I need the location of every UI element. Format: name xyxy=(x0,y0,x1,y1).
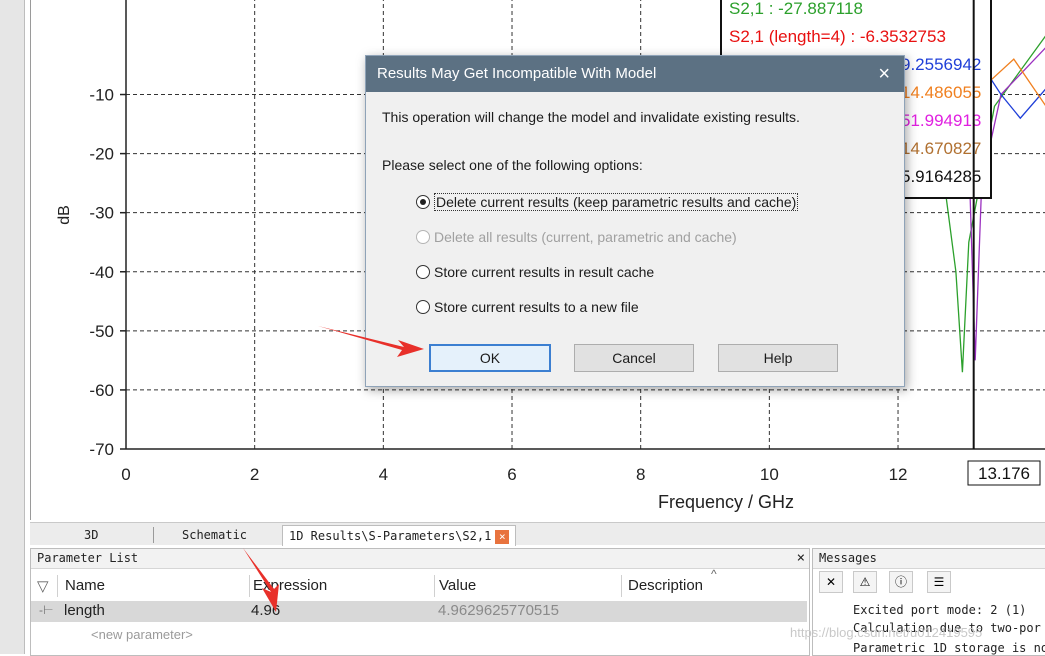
column-divider xyxy=(249,575,250,597)
y-tick-label: -10 xyxy=(89,86,114,105)
option-label: Store current results in result cache xyxy=(434,264,655,280)
sort-indicator-icon: ^ xyxy=(711,567,717,581)
x-tick-label: 2 xyxy=(250,465,259,484)
message-line: Excited port mode: 2 (1) xyxy=(853,603,1027,617)
parameter-list-panel: Parameter List × ▽ Name Expression Value… xyxy=(30,548,810,656)
messages-titlebar: Messages xyxy=(813,549,1045,569)
messages-title: Messages xyxy=(819,551,877,565)
y-tick-label: -20 xyxy=(89,145,114,164)
tab-close-icon[interactable]: × xyxy=(495,529,510,544)
x-tick-label: 0 xyxy=(121,465,130,484)
column-header-name[interactable]: Name xyxy=(65,577,105,594)
parameter-grid-header: ▽ Name Expression Value Description ^ xyxy=(31,567,809,597)
x-tick-label: 12 xyxy=(889,465,908,484)
frequency-marker-readout[interactable]: 13.176 xyxy=(967,460,1041,486)
legend-entry: 5.9164285 xyxy=(901,167,981,186)
parameter-list-titlebar: Parameter List × xyxy=(31,549,809,569)
parameter-list-title: Parameter List xyxy=(37,551,139,565)
column-divider xyxy=(57,575,58,597)
option-label: Delete all results (current, parametric … xyxy=(434,229,737,245)
parameter-name-cell[interactable]: length xyxy=(64,602,105,619)
legend-entry: 14.486055 xyxy=(901,83,981,102)
x-tick-label: 6 xyxy=(507,465,516,484)
y-tick-label: -30 xyxy=(89,204,114,223)
new-parameter-row[interactable]: <new parameter> xyxy=(91,627,193,642)
option-label: Store current results to a new file xyxy=(434,299,639,315)
tab-schematic[interactable]: Schematic xyxy=(182,525,247,545)
ok-button[interactable]: OK xyxy=(429,344,551,372)
tab-1d-results-s21[interactable]: 1D Results\S-Parameters\S2,1 × xyxy=(282,525,517,546)
parameter-value-cell: 4.9629625770515 xyxy=(438,602,559,619)
legend-entry: 14.670827 xyxy=(901,139,981,158)
radio-empty-icon xyxy=(416,300,430,314)
column-header-value[interactable]: Value xyxy=(439,577,476,594)
x-tick-label: 8 xyxy=(636,465,645,484)
dialog-message: This operation will change the model and… xyxy=(382,109,800,125)
parameter-row-icon: -⊢ xyxy=(39,603,54,617)
option-store-in-cache[interactable]: Store current results in result cache xyxy=(416,264,654,284)
info-filter-icon[interactable]: ⓘ xyxy=(889,571,913,593)
radio-empty-icon xyxy=(416,265,430,279)
column-divider xyxy=(621,575,622,597)
radio-selected-icon xyxy=(416,195,430,209)
error-filter-icon[interactable]: ✕ xyxy=(819,571,843,593)
tab-separator xyxy=(153,527,154,543)
parameter-list-close-icon[interactable]: × xyxy=(797,549,805,568)
help-button[interactable]: Help xyxy=(718,344,838,372)
tab-1d-results-label: 1D Results\S-Parameters\S2,1 xyxy=(289,529,492,543)
y-tick-label: -40 xyxy=(89,263,114,282)
y-tick-label: -70 xyxy=(89,440,114,459)
legend-entry: S2,1 : -27.887118 xyxy=(729,0,863,18)
y-tick-label: -60 xyxy=(89,381,114,400)
option-store-to-new-file[interactable]: Store current results to a new file xyxy=(416,299,639,319)
y-axis-label: dB xyxy=(56,205,73,225)
dialog-prompt: Please select one of the following optio… xyxy=(382,157,643,173)
warning-filter-icon[interactable]: ⚠ xyxy=(853,571,877,593)
column-header-expression[interactable]: Expression xyxy=(253,577,327,594)
legend-entry: S2,1 (length=4) : -6.3532753 xyxy=(729,27,946,46)
x-tick-label: 4 xyxy=(379,465,388,484)
legend-entry: 51.994913 xyxy=(901,111,981,130)
message-line: Parametric 1D storage is no xyxy=(853,641,1045,655)
radio-empty-icon xyxy=(416,230,430,244)
dialog-close-icon[interactable]: × xyxy=(878,56,890,92)
column-header-description[interactable]: Description xyxy=(628,577,703,594)
marker-readout-value: 13.176 xyxy=(978,464,1030,483)
option-delete-current-results[interactable]: Delete current results (keep parametric … xyxy=(416,193,799,214)
y-tick-label: -50 xyxy=(89,322,114,341)
parameter-expression-cell[interactable]: 4.96 xyxy=(251,602,280,619)
cancel-button[interactable]: Cancel xyxy=(574,344,694,372)
table-row[interactable]: -⊢ length 4.96 4.9629625770515 xyxy=(31,601,807,622)
tab-3d[interactable]: 3D xyxy=(84,525,98,545)
filter-icon[interactable]: ▽ xyxy=(37,577,49,595)
dialog-title: Results May Get Incompatible With Model xyxy=(377,65,657,82)
column-divider xyxy=(434,575,435,597)
option-label: Delete current results (keep parametric … xyxy=(434,193,799,211)
left-panel-edge xyxy=(0,0,25,654)
option-delete-all-results: Delete all results (current, parametric … xyxy=(416,229,737,249)
dialog-titlebar: Results May Get Incompatible With Model … xyxy=(366,56,904,92)
clear-messages-icon[interactable]: ☰ xyxy=(927,571,951,593)
incompatible-results-dialog: Results May Get Incompatible With Model … xyxy=(365,55,905,387)
view-tab-strip: 3D Schematic 1D Results\S-Parameters\S2,… xyxy=(30,522,1045,546)
watermark: https://blog.csdn.net/u012419595 xyxy=(790,625,983,640)
legend-entry: 9.2556942 xyxy=(901,55,981,74)
x-axis-label: Frequency / GHz xyxy=(658,492,794,512)
x-tick-label: 10 xyxy=(760,465,779,484)
